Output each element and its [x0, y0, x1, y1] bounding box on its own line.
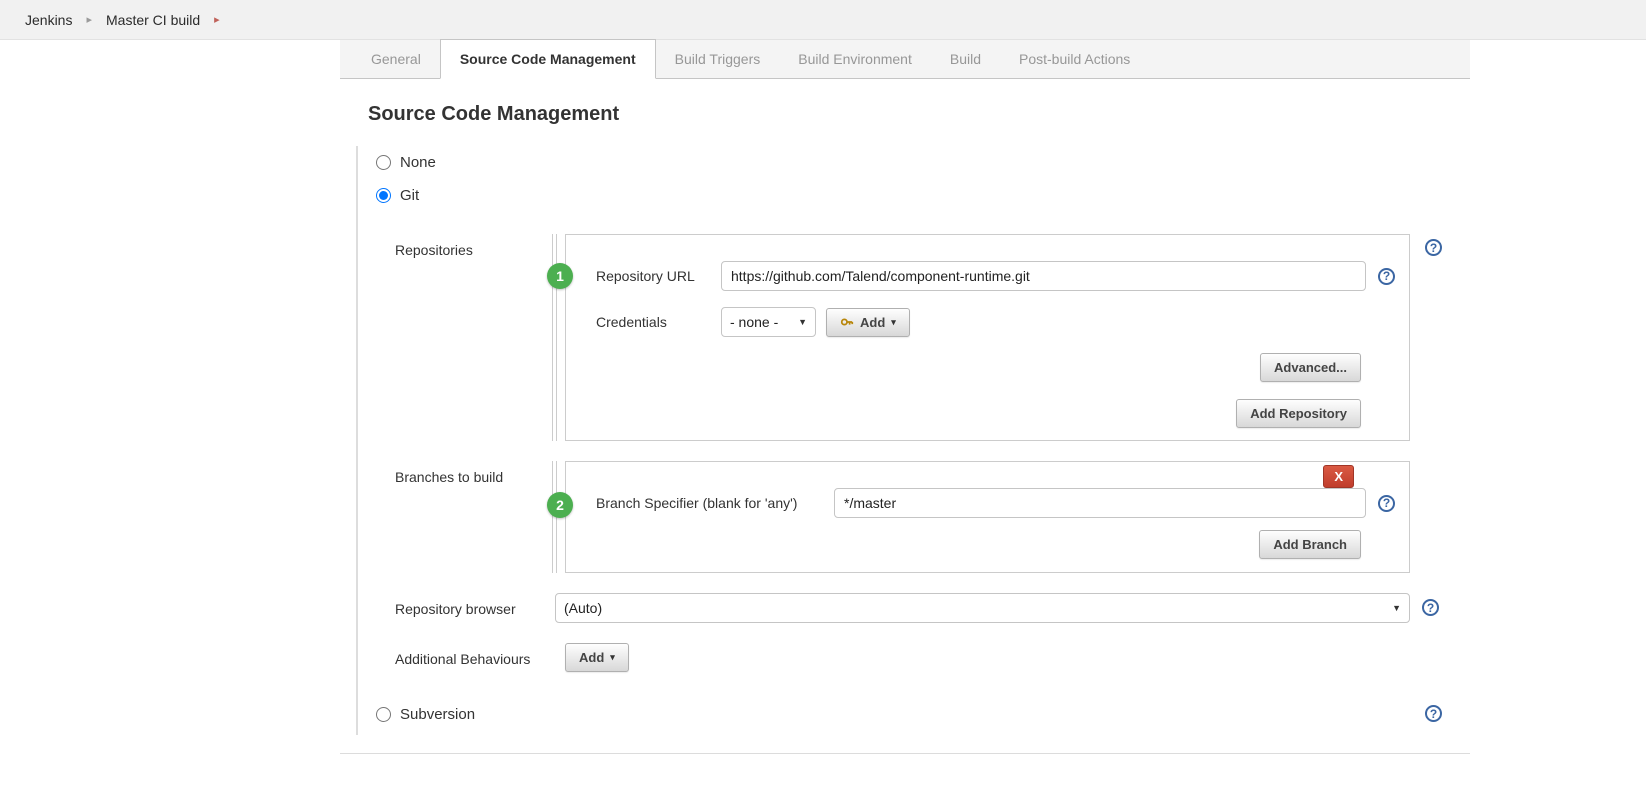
section-divider [340, 753, 1470, 754]
config-tabs: General Source Code Management Build Tri… [340, 40, 1470, 79]
add-branch-button[interactable]: Add Branch [1259, 530, 1361, 559]
tab-build[interactable]: Build [931, 40, 1000, 78]
branch-chunk: X 2 Branch Specifier (blank for 'any') ?… [552, 461, 1410, 573]
scm-subversion-label: Subversion [400, 706, 475, 723]
tab-build-triggers[interactable]: Build Triggers [656, 40, 780, 78]
add-credentials-button[interactable]: Add ▾ [826, 308, 910, 337]
git-config-block: Repositories 1 Repository URL ? Credenti… [358, 212, 1470, 698]
add-credentials-label: Add [860, 315, 885, 330]
chevron-down-icon: ▾ [610, 652, 615, 663]
additional-behaviours-label: Additional Behaviours [395, 643, 552, 672]
scm-option-none: None [358, 146, 1470, 179]
delete-branch-button[interactable]: X [1323, 465, 1354, 488]
branches-row: Branches to build X 2 Branch Specifier (… [395, 461, 1470, 573]
chevron-down-icon: ▾ [891, 317, 896, 328]
scm-form: None Git Repositories 1 Repository URL [356, 146, 1470, 735]
help-icon[interactable]: ? [1378, 495, 1395, 512]
additional-behaviours-row: Additional Behaviours Add ▾ [395, 643, 1470, 672]
breadcrumb: Jenkins ▸ Master CI build ▸ [0, 0, 1646, 40]
repository-section: 1 Repository URL ? Credentials - none - … [565, 234, 1410, 441]
add-behaviour-button[interactable]: Add ▾ [565, 643, 629, 672]
repository-browser-selected-value: (Auto) [564, 600, 602, 616]
config-panel: General Source Code Management Build Tri… [340, 40, 1470, 754]
add-repository-row: Add Repository [566, 399, 1409, 428]
advanced-button[interactable]: Advanced... [1260, 353, 1361, 382]
repository-browser-label: Repository browser [395, 593, 552, 623]
help-icon[interactable]: ? [1425, 239, 1442, 256]
tab-general[interactable]: General [352, 40, 440, 78]
scm-git-radio[interactable] [376, 188, 391, 203]
tab-source-code-management[interactable]: Source Code Management [440, 39, 656, 79]
credentials-select[interactable]: - none - ▼ [721, 307, 816, 337]
scm-option-git: Git [358, 179, 1470, 212]
scm-none-radio[interactable] [376, 155, 391, 170]
page-title: Source Code Management [368, 103, 1470, 126]
repositories-row: Repositories 1 Repository URL ? Credenti… [395, 234, 1470, 441]
help-icon[interactable]: ? [1425, 705, 1442, 722]
breadcrumb-separator-icon: ▸ [86, 13, 92, 26]
branch-specifier-label: Branch Specifier (blank for 'any') [596, 495, 834, 511]
repository-url-label: Repository URL [596, 268, 721, 284]
tab-build-environment[interactable]: Build Environment [779, 40, 931, 78]
add-repository-button[interactable]: Add Repository [1236, 399, 1361, 428]
add-branch-row: Add Branch [566, 530, 1409, 559]
credentials-row: Credentials - none - ▼ Add [566, 307, 1409, 337]
repository-url-input[interactable] [721, 261, 1366, 291]
chevron-down-icon: ▼ [798, 317, 807, 327]
advanced-row: Advanced... [566, 353, 1409, 382]
repository-url-row: Repository URL ? [566, 261, 1409, 291]
repository-browser-row: Repository browser (Auto) ▼ ? [395, 593, 1470, 623]
help-icon[interactable]: ? [1378, 268, 1395, 285]
add-behaviour-label: Add [579, 650, 604, 665]
repositories-label: Repositories [395, 234, 552, 441]
breadcrumb-item-job[interactable]: Master CI build [106, 12, 200, 28]
scm-none-label: None [400, 154, 436, 171]
chevron-down-icon: ▼ [1392, 603, 1401, 613]
branches-label: Branches to build [395, 461, 552, 573]
breadcrumb-separator-icon[interactable]: ▸ [214, 13, 220, 26]
branch-specifier-input[interactable] [834, 488, 1366, 518]
scm-subversion-radio[interactable] [376, 707, 391, 722]
credentials-selected-value: - none - [730, 314, 778, 330]
key-icon [840, 315, 854, 329]
repository-chunk: 1 Repository URL ? Credentials - none - … [552, 234, 1410, 441]
scm-git-label: Git [400, 187, 419, 204]
repository-browser-select[interactable]: (Auto) ▼ [555, 593, 1410, 623]
tab-post-build-actions[interactable]: Post-build Actions [1000, 40, 1149, 78]
step-badge-2: 2 [547, 492, 573, 518]
help-icon[interactable]: ? [1422, 599, 1439, 616]
branch-specifier-row: Branch Specifier (blank for 'any') ? [566, 488, 1409, 518]
breadcrumb-item-jenkins[interactable]: Jenkins [25, 12, 72, 28]
credentials-label: Credentials [596, 314, 721, 330]
branch-section: X 2 Branch Specifier (blank for 'any') ?… [565, 461, 1410, 573]
step-badge-1: 1 [547, 263, 573, 289]
scm-option-subversion: Subversion ? [358, 698, 1470, 731]
